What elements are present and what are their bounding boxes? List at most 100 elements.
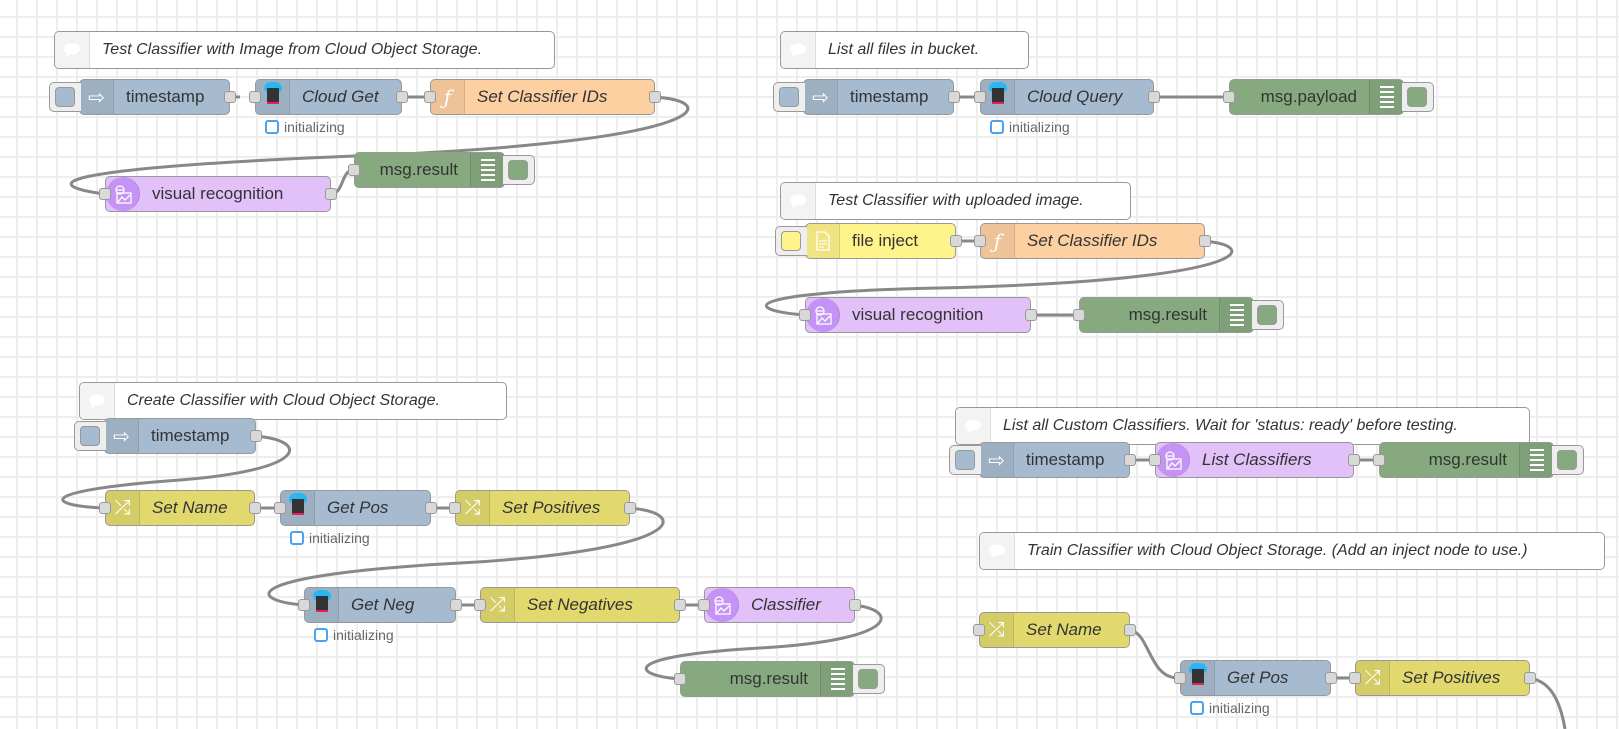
output-port[interactable] [425,502,437,514]
output-port[interactable] [1199,235,1211,247]
comment-node[interactable]: Create Classifier with Cloud Object Stor… [79,382,507,420]
node-label: Get Neg [351,595,415,614]
output-port[interactable] [1325,672,1337,684]
cloud-storage-icon [281,491,315,525]
inject-node[interactable]: ⇨ timestamp [773,79,960,115]
classifier-node[interactable]: Classifier [698,587,861,623]
node-label: timestamp [151,426,230,445]
input-port[interactable] [1373,454,1385,466]
output-port[interactable] [224,91,236,103]
debug-node[interactable]: msg.result [1373,442,1584,478]
visual-recognition-icon [705,588,739,622]
inject-node[interactable]: ⇨ timestamp [74,418,262,454]
input-port[interactable] [799,309,811,321]
output-port[interactable] [624,502,636,514]
list-icon [1369,80,1403,114]
debug-toggle-button[interactable] [1552,445,1584,475]
input-port[interactable] [449,502,461,514]
input-port[interactable] [298,599,310,611]
input-port[interactable] [974,91,986,103]
output-port[interactable] [1148,91,1160,103]
output-port[interactable] [1025,309,1037,321]
inject-button[interactable] [949,445,981,475]
wire [1127,628,1179,680]
status-icon [314,628,328,642]
input-port[interactable] [249,91,261,103]
inject-button[interactable] [773,82,805,112]
input-port[interactable] [674,673,686,685]
debug-toggle-button[interactable] [1402,82,1434,112]
debug-toggle-button[interactable] [1252,300,1284,330]
comment-node[interactable]: Test Classifier with uploaded image. [780,182,1131,220]
input-port[interactable] [1149,454,1161,466]
output-port[interactable] [950,235,962,247]
input-port[interactable] [274,502,286,514]
inject-button[interactable] [775,226,807,256]
change-node[interactable]: ⤮ Set Positives [449,490,636,526]
input-port[interactable] [698,599,710,611]
input-port[interactable] [474,599,486,611]
list-classifiers-node[interactable]: List Classifiers [1149,442,1360,478]
debug-toggle-button[interactable] [503,155,535,185]
output-port[interactable] [450,599,462,611]
get-pos-node[interactable]: Get Pos [274,490,437,526]
function-icon: ƒ [981,224,1015,258]
input-port[interactable] [1174,672,1186,684]
change-node[interactable]: ⤮ Set Negatives [474,587,686,623]
comment-icon [55,32,90,68]
debug-node[interactable]: msg.payload [1223,79,1434,115]
input-port[interactable] [424,91,436,103]
input-port[interactable] [974,235,986,247]
inject-button[interactable] [74,421,106,451]
comment-text: Test Classifier with uploaded image. [828,192,1084,209]
input-port[interactable] [1073,309,1085,321]
output-port[interactable] [948,91,960,103]
inject-button[interactable] [49,82,81,112]
get-neg-node[interactable]: Get Neg [298,587,462,623]
file-inject-node[interactable]: file inject [775,223,962,259]
cloud-get-node[interactable]: Cloud Get [249,79,408,115]
visual-recognition-icon [106,177,140,211]
inject-node[interactable]: ⇨ timestamp [949,442,1136,478]
output-port[interactable] [249,502,261,514]
change-node[interactable]: ⤮ Set Positives [1349,660,1536,696]
output-port[interactable] [250,430,262,442]
debug-node[interactable]: msg.result [674,661,885,697]
debug-node[interactable]: msg.result [1073,297,1284,333]
input-port[interactable] [348,164,360,176]
comment-node[interactable]: Train Classifier with Cloud Object Stora… [979,532,1605,570]
visual-recognition-node[interactable]: visual recognition [99,176,337,212]
change-node[interactable]: ⤮ Set Name [973,612,1136,648]
input-port[interactable] [1349,672,1361,684]
function-node[interactable]: ƒ Set Classifier IDs [974,223,1211,259]
cloud-query-node[interactable]: Cloud Query [974,79,1160,115]
inject-node[interactable]: ⇨ timestamp [49,79,236,115]
visual-recognition-node[interactable]: visual recognition [799,297,1037,333]
output-port[interactable] [396,91,408,103]
output-port[interactable] [849,599,861,611]
input-port[interactable] [1223,91,1235,103]
output-port[interactable] [325,188,337,200]
node-status: initializing [314,627,394,643]
output-port[interactable] [1124,624,1136,636]
status-icon [265,120,279,134]
get-pos-node[interactable]: Get Pos [1174,660,1337,696]
node-status: initializing [290,530,370,546]
input-port[interactable] [99,188,111,200]
comment-node[interactable]: List all files in bucket. [780,31,1029,69]
input-port[interactable] [99,502,111,514]
input-port[interactable] [973,624,985,636]
output-port[interactable] [649,91,661,103]
change-node[interactable]: ⤮ Set Name [99,490,261,526]
debug-toggle-button[interactable] [853,664,885,694]
output-port[interactable] [1124,454,1136,466]
output-port[interactable] [1524,672,1536,684]
output-port[interactable] [674,599,686,611]
comment-node[interactable]: Test Classifier with Image from Cloud Ob… [54,31,555,69]
debug-node[interactable]: msg.result [348,152,535,188]
cloud-storage-icon [1181,661,1215,695]
node-label: msg.result [379,160,458,179]
output-port[interactable] [1348,454,1360,466]
comment-node[interactable]: List all Custom Classifiers. Wait for 's… [955,407,1530,445]
function-node[interactable]: ƒ Set Classifier IDs [424,79,661,115]
